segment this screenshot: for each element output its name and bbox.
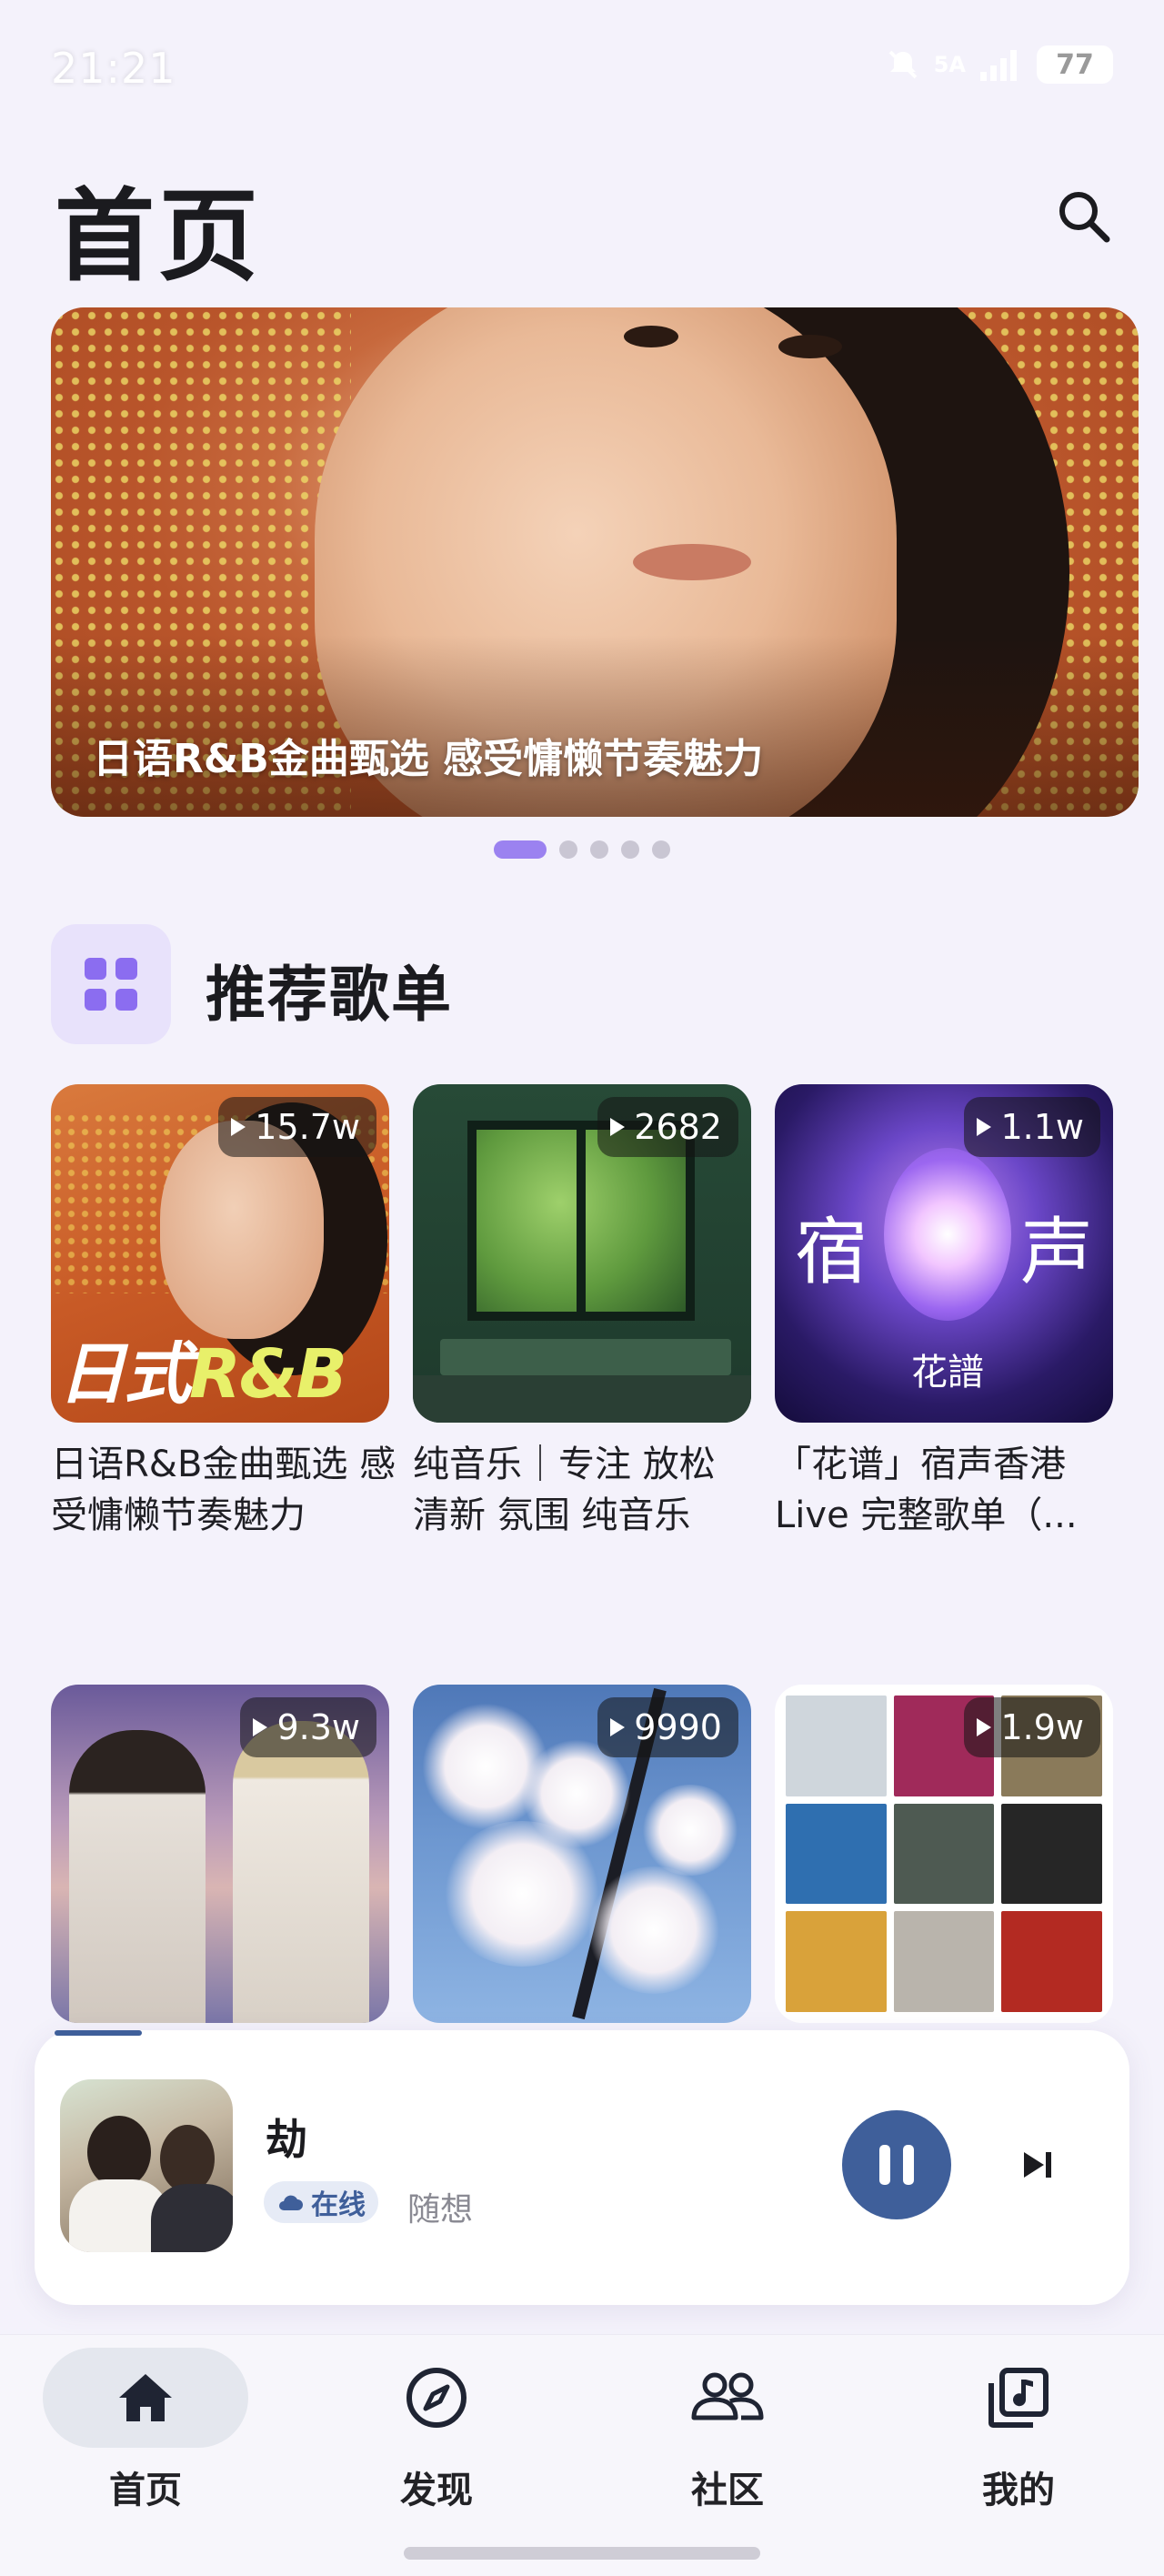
- play-count-badge: 9990: [597, 1697, 738, 1757]
- now-playing-title: 劫: [266, 2115, 307, 2164]
- pause-button[interactable]: [842, 2110, 951, 2219]
- compass-icon: [406, 2368, 467, 2428]
- play-count-badge: 15.7w: [218, 1097, 376, 1157]
- hero-banner[interactable]: 日语R&B金曲甄选 感受慵懒节奏魅力: [51, 307, 1139, 817]
- playlist-cover: 9990: [413, 1685, 751, 2023]
- play-count-badge: 9.3w: [240, 1697, 376, 1757]
- playlist-card[interactable]: 9.3w: [51, 1685, 389, 2023]
- playlist-card[interactable]: 宿 声 花譜 1.1w 「花谱」宿声香港 Live 完整歌单（...: [775, 1084, 1113, 1541]
- play-count-badge: 1.1w: [964, 1097, 1100, 1157]
- pager-dot[interactable]: [621, 840, 639, 859]
- playlist-card[interactable]: 2682 纯音乐｜专注 放松 清新 氛围 纯音乐: [413, 1084, 751, 1541]
- play-icon: [977, 1118, 992, 1136]
- playlist-cover: 日式R&B 15.7w: [51, 1084, 389, 1423]
- pause-icon: [879, 2145, 890, 2185]
- playlist-title: 「花谱」宿声香港 Live 完整歌单（...: [775, 1444, 1078, 1536]
- tab-label: 社区: [691, 2470, 764, 2511]
- play-icon: [231, 1118, 246, 1136]
- play-icon: [253, 1718, 268, 1736]
- battery-indicator: 77: [1037, 45, 1113, 84]
- signal-icon: [980, 50, 1017, 81]
- pager-dot[interactable]: [559, 840, 577, 859]
- banner-caption: 日语R&B金曲甄选 感受慵懒节奏魅力: [93, 736, 764, 782]
- pager-dot[interactable]: [590, 840, 608, 859]
- cloud-icon: [279, 2195, 303, 2210]
- play-count-badge: 2682: [597, 1097, 738, 1157]
- playlist-cover: 2682: [413, 1084, 751, 1423]
- playlist-card[interactable]: 日式R&B 15.7w 日语R&B金曲甄选 感受慵懒节奏魅力: [51, 1084, 396, 1541]
- playlist-card[interactable]: 1.9w: [775, 1685, 1113, 2023]
- play-count-badge: 1.9w: [964, 1697, 1100, 1757]
- source-label: 在线: [311, 2189, 366, 2221]
- tab-label: 发现: [400, 2470, 473, 2511]
- now-playing-cover[interactable]: [60, 2079, 233, 2252]
- bottom-nav: 首页 发现 社区 我的: [0, 2334, 1164, 2576]
- pager-dot-active[interactable]: [494, 840, 547, 859]
- now-playing-artist: 随想: [407, 2191, 474, 2229]
- tab-label: 我的: [982, 2470, 1055, 2511]
- home-indicator[interactable]: [404, 2547, 760, 2560]
- section-title: 推荐歌单: [206, 960, 453, 1030]
- status-time: 21:21: [51, 44, 176, 93]
- play-icon: [610, 1718, 626, 1736]
- playlist-title: 日语R&B金曲甄选 感受慵懒节奏魅力: [51, 1444, 396, 1536]
- mute-bell-icon: [888, 50, 918, 79]
- tab-home[interactable]: 首页: [36, 2348, 255, 2539]
- playlist-card[interactable]: 9990: [413, 1685, 751, 2023]
- playlist-cover: 1.9w: [775, 1685, 1113, 2023]
- tab-discover[interactable]: 发现: [327, 2348, 546, 2539]
- playback-progress[interactable]: [55, 2030, 142, 2036]
- playlist-cover: 9.3w: [51, 1685, 389, 2023]
- music-library-icon: [988, 2368, 1049, 2428]
- mini-player[interactable]: 劫 在线 随想: [35, 2030, 1129, 2305]
- cover-logo: 日式R&B: [58, 1335, 347, 1414]
- source-badge: 在线: [264, 2181, 378, 2223]
- play-icon: [977, 1718, 992, 1736]
- search-button[interactable]: [1048, 180, 1120, 253]
- tab-mine[interactable]: 我的: [909, 2348, 1128, 2539]
- tab-community[interactable]: 社区: [618, 2348, 837, 2539]
- status-icons: 5A 77: [885, 45, 1113, 84]
- status-bar: 21:21 5A 77: [0, 0, 1164, 136]
- search-icon: [1059, 192, 1110, 243]
- skip-next-icon: [1024, 2152, 1051, 2178]
- playlist-cover: 宿 声 花譜 1.1w: [775, 1084, 1113, 1423]
- playlist-grid-icon: [51, 924, 171, 1044]
- play-icon: [610, 1118, 626, 1136]
- playlist-title: 纯音乐｜专注 放松 清新 氛围 纯音乐: [413, 1444, 716, 1536]
- banner-pager[interactable]: [0, 840, 1164, 859]
- network-type: 5A: [933, 52, 966, 77]
- pager-dot[interactable]: [652, 840, 670, 859]
- page-title: 首页: [55, 178, 262, 295]
- next-track-button[interactable]: [1009, 2138, 1064, 2192]
- home-icon: [119, 2374, 172, 2421]
- tab-label: 首页: [109, 2470, 182, 2511]
- people-icon: [691, 2372, 764, 2420]
